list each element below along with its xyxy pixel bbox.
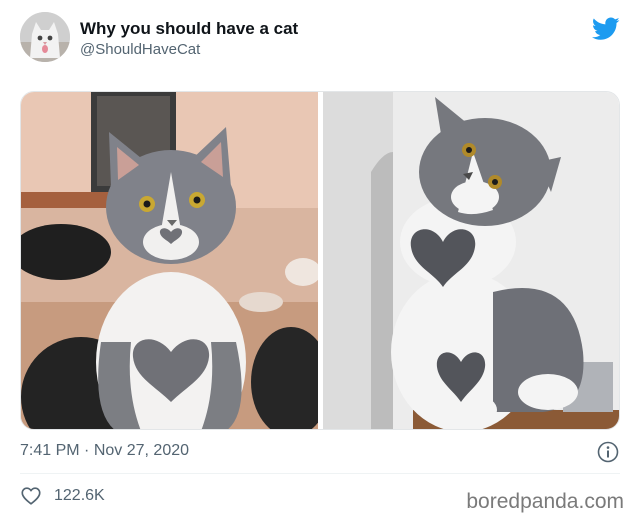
tweet-time: 7:41 PM [20,442,80,459]
tweet-date: Nov 27, 2020 [93,442,190,459]
cat-avatar-icon [20,12,70,62]
tweet-divider [20,473,620,474]
like-count: 122.6K [54,487,105,504]
cat-photo-right[interactable] [323,92,619,429]
info-icon[interactable] [597,441,619,463]
author-avatar[interactable] [20,12,70,62]
tweet-media [20,91,620,430]
like-button[interactable]: 122.6K [20,484,105,508]
twitter-bird-icon[interactable] [591,17,620,41]
timestamp-separator: · [84,442,90,459]
tweet-card: Why you should have a cat @ShouldHaveCat [0,0,640,523]
author-display-name[interactable]: Why you should have a cat [80,19,298,39]
heart-icon [21,487,41,505]
author-handle[interactable]: @ShouldHaveCat [80,41,200,58]
watermark: boredpanda.com [466,490,624,513]
tweet-timestamp[interactable]: 7:41 PM · Nov 27, 2020 [20,442,189,460]
cat-photo-left[interactable] [21,92,318,429]
